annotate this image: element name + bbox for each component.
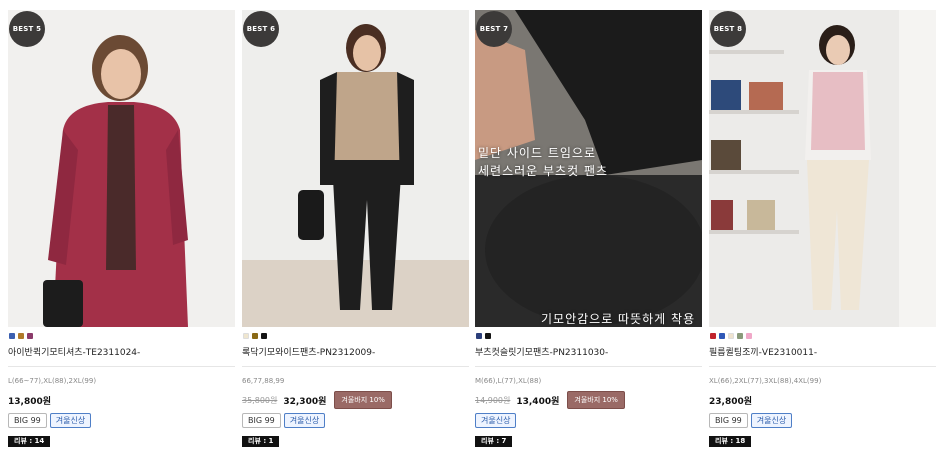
color-swatches [8,333,235,340]
color-swatch[interactable] [18,333,24,339]
divider [475,366,702,367]
discount-badge: 겨울바지 10% [567,391,625,409]
review-count: 리뷰 : 1 [242,436,280,447]
color-swatch[interactable] [252,333,258,339]
color-swatch[interactable] [710,333,716,339]
product-image[interactable]: BEST 7 밑단 사이드 트임으로 세련스러운 부츠컷 팬츠 기모안감으로 따… [475,10,702,327]
product-name[interactable]: 부츠컷슬릿기모팬츠-PN2311030- [475,345,702,358]
tag-big99: BIG 99 [709,413,748,428]
sale-price: 23,800원 [709,396,753,407]
product-image[interactable]: BEST 5 [8,10,235,327]
original-price: 35,800원 [242,395,278,405]
color-swatch[interactable] [728,333,734,339]
best-rank-badge: BEST 5 [9,11,45,47]
color-swatch[interactable] [719,333,725,339]
sale-price: 32,300원 [283,396,327,407]
color-swatches [242,333,469,340]
product-card[interactable]: BEST 6 록닥기모와이드팬츠-PN2312009- 66,77,88,99 … [242,10,469,447]
color-swatch[interactable] [746,333,752,339]
product-photo [8,10,235,327]
best-rank-badge: BEST 6 [243,11,279,47]
product-name[interactable]: 아이반퀵기모티셔츠-TE2311024- [8,345,235,358]
overlay-caption-2: 세련스러운 부츠컷 팬츠 [478,164,609,178]
product-image[interactable]: BEST 8 [709,10,936,327]
color-swatches [475,333,702,340]
size-range: XL(66),2XL(77),3XL(88),4XL(99) [709,377,822,385]
tag-list: BIG 99 겨울신상 [709,413,936,428]
divider [8,366,235,367]
tag-winter-new: 겨울신상 [283,413,326,428]
best-rank-badge: BEST 8 [710,11,746,47]
tag-winter-new: 겨울신상 [750,413,793,428]
product-photo [242,10,469,327]
color-swatch[interactable] [476,333,482,339]
product-grid: BEST 5 아이반퀵기모티셔츠-TE2311024- L(66~77),XL(… [0,0,950,452]
color-swatch[interactable] [243,333,249,339]
price-row: 23,800원 [709,392,936,408]
tag-big99: BIG 99 [8,413,47,428]
tag-big99: BIG 99 [242,413,281,428]
product-name[interactable]: 필름퀼팅조끼-VE2310011- [709,345,936,358]
original-price: 14,900원 [475,395,511,405]
divider [709,366,936,367]
tag-winter-new: 겨울신상 [475,413,517,428]
product-image[interactable]: BEST 6 [242,10,469,327]
size-range: 66,77,88,99 [242,377,285,385]
product-name[interactable]: 록닥기모와이드팬츠-PN2312009- [242,345,469,358]
price-row: 13,800원 [8,392,235,408]
review-count: 리뷰 : 18 [709,436,752,447]
product-card[interactable]: BEST 5 아이반퀵기모티셔츠-TE2311024- L(66~77),XL(… [8,10,235,447]
color-swatch[interactable] [27,333,33,339]
tag-list: 겨울신상 [475,413,702,428]
price-row: 35,800원 32,300원 겨울바지 10% [242,391,469,409]
best-rank-badge: BEST 7 [476,11,512,47]
price-row: 14,900원 13,400원 겨울바지 10% [475,391,702,409]
size-range: L(66~77),XL(88),2XL(99) [8,377,97,385]
color-swatch[interactable] [261,333,267,339]
color-swatch[interactable] [485,333,491,339]
sale-price: 13,800원 [8,396,52,407]
color-swatch[interactable] [737,333,743,339]
tag-list: BIG 99 겨울신상 [242,413,469,428]
tag-list: BIG 99 겨울신상 [8,413,235,428]
color-swatches [709,333,936,340]
review-count: 리뷰 : 14 [8,436,51,447]
product-card[interactable]: BEST 8 필름퀼팅조끼-VE2310011- XL(66),2XL(77),… [709,10,936,447]
sale-price: 13,400원 [516,396,560,407]
product-photo [709,10,936,327]
review-count: 리뷰 : 7 [475,436,513,447]
product-card[interactable]: BEST 7 밑단 사이드 트임으로 세련스러운 부츠컷 팬츠 기모안감으로 따… [475,10,702,447]
color-swatch[interactable] [9,333,15,339]
overlay-caption-3: 기모안감으로 따뜻하게 착용 [541,312,696,326]
divider [242,366,469,367]
overlay-caption-1: 밑단 사이드 트임으로 [478,146,596,160]
discount-badge: 겨울바지 10% [334,391,392,409]
size-range: M(66),L(77),XL(88) [475,377,542,385]
tag-winter-new: 겨울신상 [49,413,92,428]
